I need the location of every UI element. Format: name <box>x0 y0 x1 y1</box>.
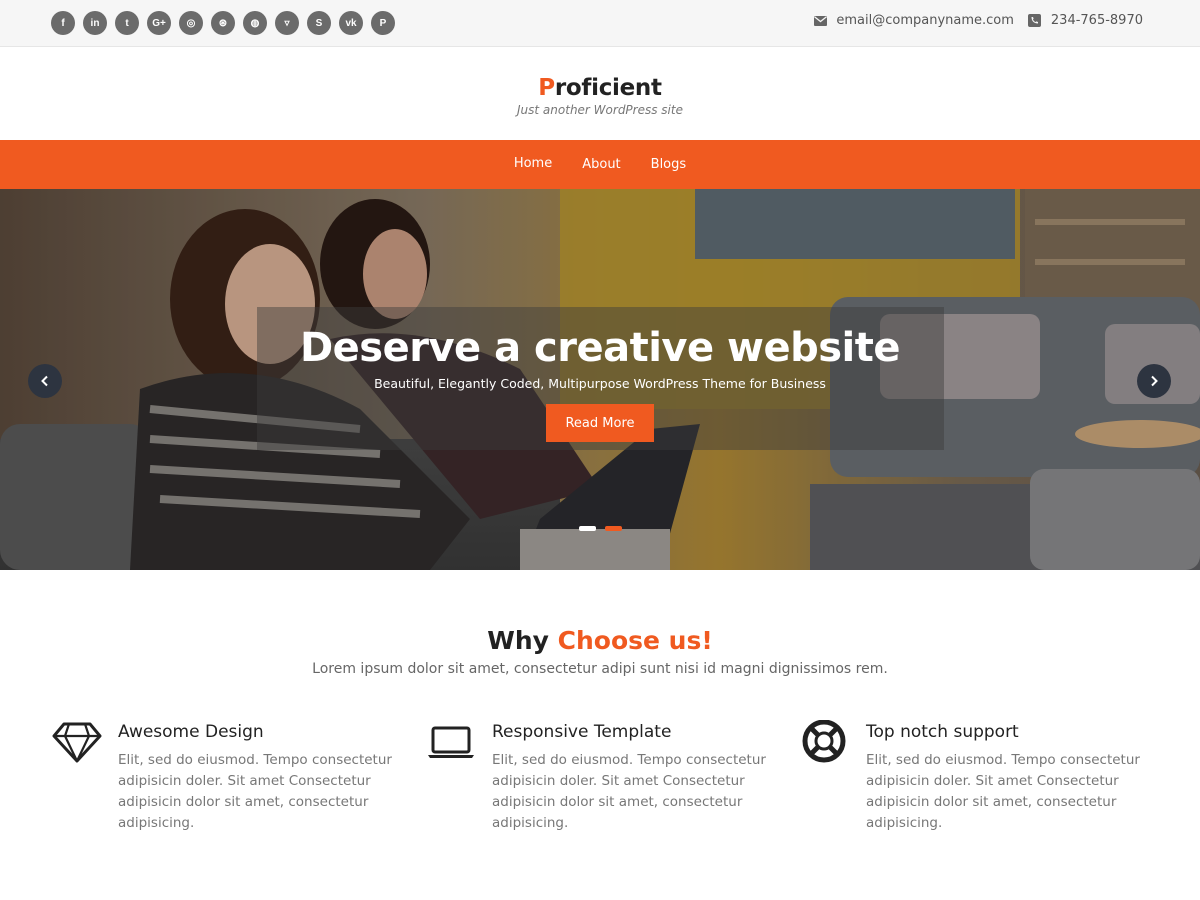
nav-item-home[interactable]: Home <box>514 156 552 171</box>
chevron-right-icon <box>1149 372 1159 391</box>
main-nav: Home About Blogs <box>0 140 1200 189</box>
social-links: f in t G+ ◎ ⊛ ◍ ▿ S vk P <box>51 11 395 35</box>
slider-pagination <box>579 526 622 531</box>
phone-contact[interactable]: 234-765-8970 <box>1028 13 1143 28</box>
section-title: Why Choose us! <box>0 626 1200 655</box>
dribbble-icon[interactable]: ⊛ <box>211 11 235 35</box>
slider-dot-1[interactable] <box>579 526 596 531</box>
facebook-icon[interactable]: f <box>51 11 75 35</box>
hero-title: Deserve a creative website <box>299 325 901 371</box>
feature-title: Top notch support <box>866 722 1019 742</box>
email-text: email@companyname.com <box>836 13 1014 28</box>
phone-icon <box>1028 14 1042 28</box>
pinterest-icon[interactable]: P <box>371 11 395 35</box>
read-more-button[interactable]: Read More <box>546 404 654 442</box>
envelope-icon <box>813 14 827 28</box>
section-subtitle: Lorem ipsum dolor sit amet, consectetur … <box>312 661 888 677</box>
lifebuoy-icon <box>800 719 850 764</box>
laptop-icon <box>426 720 476 764</box>
hero-subtitle: Beautiful, Elegantly Coded, Multipurpose… <box>374 376 826 391</box>
instagram-icon[interactable]: ◎ <box>179 11 203 35</box>
section-title-accent: Choose us! <box>557 626 713 655</box>
twitter-icon[interactable]: t <box>115 11 139 35</box>
hero-slider: Deserve a creative website Beautiful, El… <box>0 189 1200 570</box>
site-title[interactable]: Proficient <box>0 75 1200 101</box>
section-title-plain: Why <box>487 626 558 655</box>
diamond-icon <box>52 720 102 764</box>
nav-item-about[interactable]: About <box>582 157 620 172</box>
chevron-left-icon <box>40 372 50 391</box>
foursquare-icon[interactable]: ▿ <box>275 11 299 35</box>
feature-title: Awesome Design <box>118 722 264 742</box>
site-title-initial: P <box>538 75 555 101</box>
vk-icon[interactable]: vk <box>339 11 363 35</box>
top-bar: f in t G+ ◎ ⊛ ◍ ▿ S vk P email@companyna… <box>0 0 1200 47</box>
slider-next-button[interactable] <box>1137 364 1171 398</box>
slider-dot-2[interactable] <box>605 526 622 531</box>
feature-text: Elit, sed do eiusmod. Tempo consectetur … <box>492 752 766 831</box>
feature-title: Responsive Template <box>492 722 672 742</box>
site-branding: Proficient Just another WordPress site <box>0 48 1200 140</box>
slider-prev-button[interactable] <box>28 364 62 398</box>
email-contact[interactable]: email@companyname.com <box>813 13 1014 28</box>
contact-info: email@companyname.com 234-765-8970 <box>813 13 1143 28</box>
site-tagline: Just another WordPress site <box>517 103 683 117</box>
skype-icon[interactable]: S <box>307 11 331 35</box>
feature-text: Elit, sed do eiusmod. Tempo consectetur … <box>118 752 392 831</box>
feature-text: Elit, sed do eiusmod. Tempo consectetur … <box>866 752 1140 831</box>
phone-text: 234-765-8970 <box>1050 13 1143 28</box>
nav-item-blogs[interactable]: Blogs <box>651 157 687 172</box>
github-icon[interactable]: ◍ <box>243 11 267 35</box>
google-plus-icon[interactable]: G+ <box>147 11 171 35</box>
site-title-rest: roficient <box>554 75 662 101</box>
linkedin-icon[interactable]: in <box>83 11 107 35</box>
